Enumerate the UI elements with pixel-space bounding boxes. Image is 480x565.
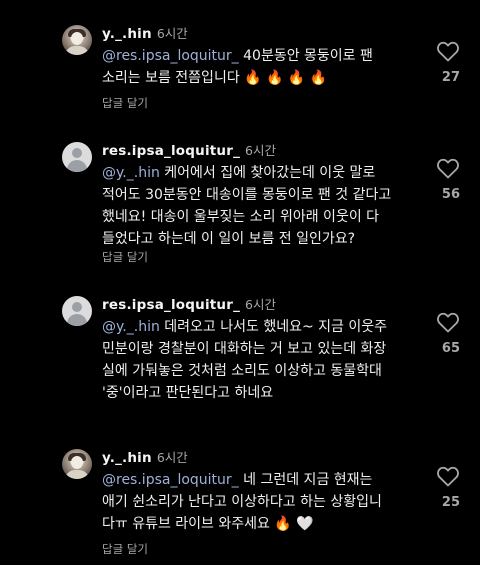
- comment-text-line: 실에 가둬놓은 것처럼 소리도 이상하고 동물학대: [102, 363, 382, 379]
- comment-text-line: 케어에서 집에 찾아갔는데 이웃 말로: [159, 165, 376, 181]
- mention-link[interactable]: @res.ipsa_loquitur_: [102, 472, 239, 488]
- comment-text-line: '중'이라고 판단된다고 하네요: [102, 385, 274, 401]
- avatar[interactable]: [62, 25, 92, 55]
- heart-outline-icon[interactable]: [436, 157, 460, 179]
- comment-text-line: 들었다고 하는데 이 일이 보름 전 일인가요?: [102, 231, 356, 247]
- heart-outline-icon[interactable]: [436, 311, 460, 333]
- like-count: 65: [441, 341, 460, 356]
- mention-link[interactable]: @y._.hin: [102, 165, 160, 181]
- like-count: 56: [441, 187, 460, 202]
- avatar[interactable]: [62, 142, 92, 172]
- mention-link[interactable]: @res.ipsa_loquitur_: [102, 48, 239, 64]
- avatar[interactable]: [62, 449, 92, 479]
- comment-text-line: 적어도 30분동안 대송이를 몽둥이로 팬 것 같다고: [102, 187, 392, 203]
- comment-text-line: 40분동안 몽둥이로 팬: [238, 48, 373, 64]
- comment-header: res.ipsa_loquitur_ 6시간: [102, 296, 276, 314]
- timestamp: 6시간: [245, 297, 276, 312]
- timestamp: 6시간: [156, 26, 188, 41]
- like-count: 25: [441, 495, 460, 510]
- comment-text: @res.ipsa_loquitur_ 40분동안 몽둥이로 팬 소리는 보름 …: [102, 45, 432, 89]
- comment-header: y._.hin 6시간: [102, 25, 188, 43]
- avatar[interactable]: [62, 296, 92, 326]
- comment-text-line: 애기 쉰소리가 난다고 이상하다고 하는 상황입니: [102, 494, 382, 510]
- comment-text-line: 소리는 보름 전쯤입니다 🔥 🔥 🔥 🔥: [102, 70, 328, 86]
- heart-outline-icon[interactable]: [436, 40, 460, 62]
- comment-text-line: 민분이랑 경찰분이 대화하는 거 보고 있는데 화장: [102, 341, 387, 357]
- reply-button[interactable]: 답글 달기: [102, 249, 148, 265]
- comment-text-line: 했네요! 대송이 울부짖는 소리 위아래 이웃이 다: [102, 209, 380, 225]
- timestamp: 6시간: [245, 143, 276, 158]
- comment-header: y._.hin 6시간: [102, 449, 188, 467]
- comment-text-line: 다ㅠ 유튜브 라이브 와주세요 🔥 🤍: [102, 516, 314, 532]
- comment-text: @res.ipsa_loquitur_ 네 그런데 지금 현재는 애기 쉰소리가…: [102, 469, 432, 535]
- heart-outline-icon[interactable]: [436, 465, 460, 487]
- comment-text: @y._.hin 데려오고 나서도 했네요~ 지금 이웃주 민분이랑 경찰분이 …: [102, 316, 432, 404]
- comment-text-line: 데려오고 나서도 했네요~ 지금 이웃주: [159, 319, 388, 335]
- comment-text-line: 네 그런데 지금 현재는: [238, 472, 373, 488]
- reply-button[interactable]: 답글 달기: [102, 95, 148, 111]
- timestamp: 6시간: [156, 450, 188, 465]
- like-count: 27: [441, 70, 460, 85]
- username[interactable]: y._.hin: [102, 26, 152, 42]
- reply-button[interactable]: 답글 달기: [102, 541, 148, 557]
- username[interactable]: y._.hin: [102, 450, 152, 466]
- username[interactable]: res.ipsa_loquitur_: [102, 143, 240, 159]
- comment-text: @y._.hin 케어에서 집에 찾아갔는데 이웃 말로 적어도 30분동안 대…: [102, 162, 432, 250]
- username[interactable]: res.ipsa_loquitur_: [102, 297, 240, 313]
- mention-link[interactable]: @y._.hin: [102, 319, 160, 335]
- comment-header: res.ipsa_loquitur_ 6시간: [102, 142, 276, 160]
